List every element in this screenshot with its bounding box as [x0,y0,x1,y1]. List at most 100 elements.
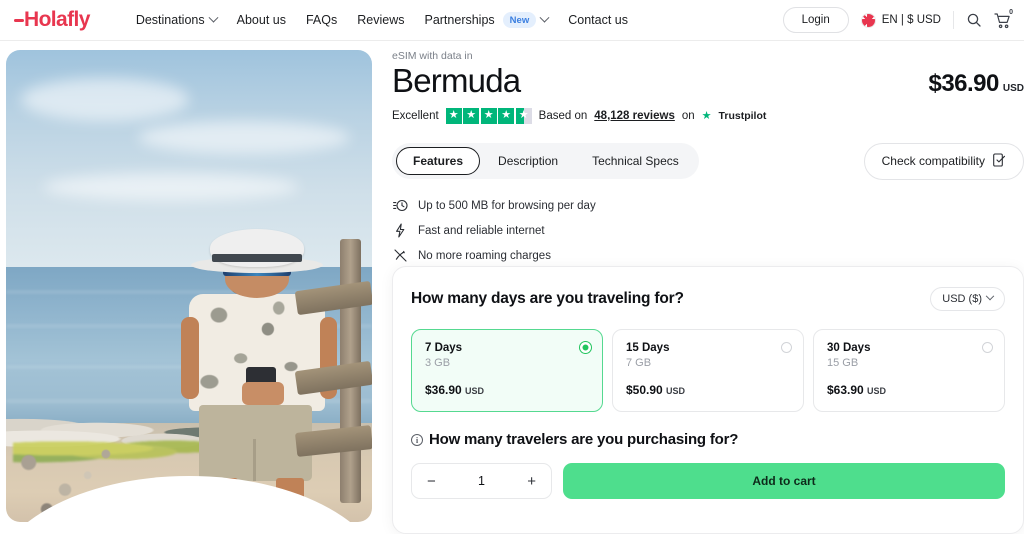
plan-option-7-days[interactable]: 7 Days 3 GB $36.90 USD [411,329,603,412]
on-label: on [681,109,695,122]
star-icon: ★ [463,107,480,124]
add-to-cart-button[interactable]: Add to cart [563,463,1005,499]
chevron-down-icon [985,291,995,301]
compat-label: Check compatibility [881,154,985,169]
feature-list: Up to 500 MB for browsing per day Fast a… [392,198,1024,264]
nav-item-contact-us[interactable]: Contact us [568,13,628,27]
no-roaming-icon [392,248,408,264]
nav-label: About us [236,13,286,27]
plan-price-currency: USD [666,386,686,396]
plan-option-30-days[interactable]: 30 Days 15 GB $63.90 USD [813,329,1005,412]
chevron-down-icon [539,12,550,23]
lightning-bolt-icon [392,223,408,239]
trustpilot-star-icon: ★ [701,110,712,123]
tabs-and-compatibility: Features Description Technical Specs Che… [392,142,1024,180]
check-compatibility-button[interactable]: Check compatibility [863,142,1024,180]
trustpilot-brand: Trustpilot [718,109,767,122]
info-icon[interactable]: i [411,433,423,446]
nav-item-faqs[interactable]: FAQs [306,13,337,27]
device-check-icon [993,153,1006,170]
purchase-actions: − 1 + Add to cart [411,463,1005,499]
tab-technical-specs[interactable]: Technical Specs [576,148,695,174]
price-amount: $36.90 [928,70,999,97]
plan-price-currency: USD [867,386,887,396]
nav-label: Partnerships [424,13,495,27]
based-on-label: Based on [538,109,588,122]
hero-product-image [6,50,372,522]
plan-option-15-days[interactable]: 15 Days 7 GB $50.90 USD [612,329,804,412]
plan-price-amount: $36.90 [425,383,462,397]
plan-options: 7 Days 3 GB $36.90 USD 15 Days 7 GB $50.… [411,329,1005,412]
plan-price-currency: USD [465,386,485,396]
nav-item-reviews[interactable]: Reviews [357,13,404,27]
plan-radio[interactable] [982,342,993,353]
feature-text: Fast and reliable internet [418,224,545,237]
chevron-down-icon [208,12,219,23]
plan-price-amount: $63.90 [827,383,864,397]
quantity-stepper: − 1 + [411,463,552,499]
tab-description[interactable]: Description [482,148,574,174]
star-icon: ★ [445,107,462,124]
feature-item: No more roaming charges [392,248,1024,264]
title-price-row: Bermuda $36.90 USD [392,62,1024,99]
nav-item-destinations[interactable]: Destinations [135,12,219,27]
nav-item-partnerships[interactable]: Partnerships New [424,12,550,28]
locale-selector[interactable]: EN | $ USD [860,12,941,28]
page-title: Bermuda [392,62,521,99]
feature-text: Up to 500 MB for browsing per day [418,199,596,212]
quantity-value[interactable]: 1 [478,474,485,488]
new-badge: New [502,12,537,28]
currency-selector[interactable]: USD ($) [930,287,1005,311]
plan-radio[interactable] [781,342,792,353]
price-currency: USD [1002,83,1024,94]
cart-icon[interactable]: 0 [994,8,1013,29]
plan-duration: 7 Days [425,342,463,354]
star-half-icon: ★ [515,107,532,124]
travelers-question-row: i How many travelers are you purchasing … [411,431,1005,448]
star-icon: ★ [480,107,497,124]
header-actions: Login EN | $ USD 0 [782,7,1013,33]
reviews-count-link[interactable]: 48,128 reviews [594,110,675,122]
feature-item: Fast and reliable internet [392,223,1024,239]
nav-label: Reviews [357,13,405,27]
plan-price-amount: $50.90 [626,383,663,397]
nav-label: FAQs [305,13,338,27]
tab-features[interactable]: Features [396,147,481,176]
nav-label: Destinations [135,13,205,27]
days-question: How many days are you traveling for? [411,290,684,307]
plan-duration: 30 Days [827,342,871,354]
nav-label: Contact us [568,13,628,27]
plan-price: $50.90 USD [626,383,791,397]
traveler-photo [6,50,372,522]
site-header: Holafly Destinations About us FAQs Revie… [0,0,1024,41]
holafly-logo[interactable]: Holafly [14,8,90,32]
increment-button[interactable]: + [527,474,536,489]
product-details-panel: eSIM with data in Bermuda $36.90 USD Exc… [392,50,1024,534]
star-icon: ★ [498,107,515,124]
header-divider [953,11,954,29]
star-rating: ★ ★ ★ ★ ★ [445,107,532,124]
plan-price: $63.90 USD [827,383,992,397]
plan-data: 15 GB [827,357,859,369]
plan-duration: 15 Days [626,342,670,354]
trustpilot-rating: Excellent ★ ★ ★ ★ ★ Based on 48,128 revi… [392,107,1024,124]
plan-data: 3 GB [425,357,451,369]
plan-radio-selected[interactable] [580,342,591,353]
product-price: $36.90 USD [928,64,1024,98]
main-navigation: Destinations About us FAQs Reviews Partn… [136,12,628,28]
nav-item-about-us[interactable]: About us [237,13,286,27]
search-icon[interactable] [966,12,982,28]
feature-text: No more roaming charges [418,249,551,262]
rating-word: Excellent [392,109,439,122]
travelers-question: How many travelers are you purchasing fo… [429,431,739,448]
cart-count-badge: 0 [1009,8,1013,16]
data-clock-icon [392,198,408,214]
feature-item: Up to 500 MB for browsing per day [392,198,1024,214]
uk-flag-icon [860,12,876,28]
plan-data: 7 GB [626,357,652,369]
decrement-button[interactable]: − [427,474,436,489]
product-eyebrow: eSIM with data in [392,50,473,62]
purchase-card: How many days are you traveling for? USD… [392,266,1024,534]
login-button[interactable]: Login [782,7,849,33]
currency-value: USD ($) [942,293,982,305]
